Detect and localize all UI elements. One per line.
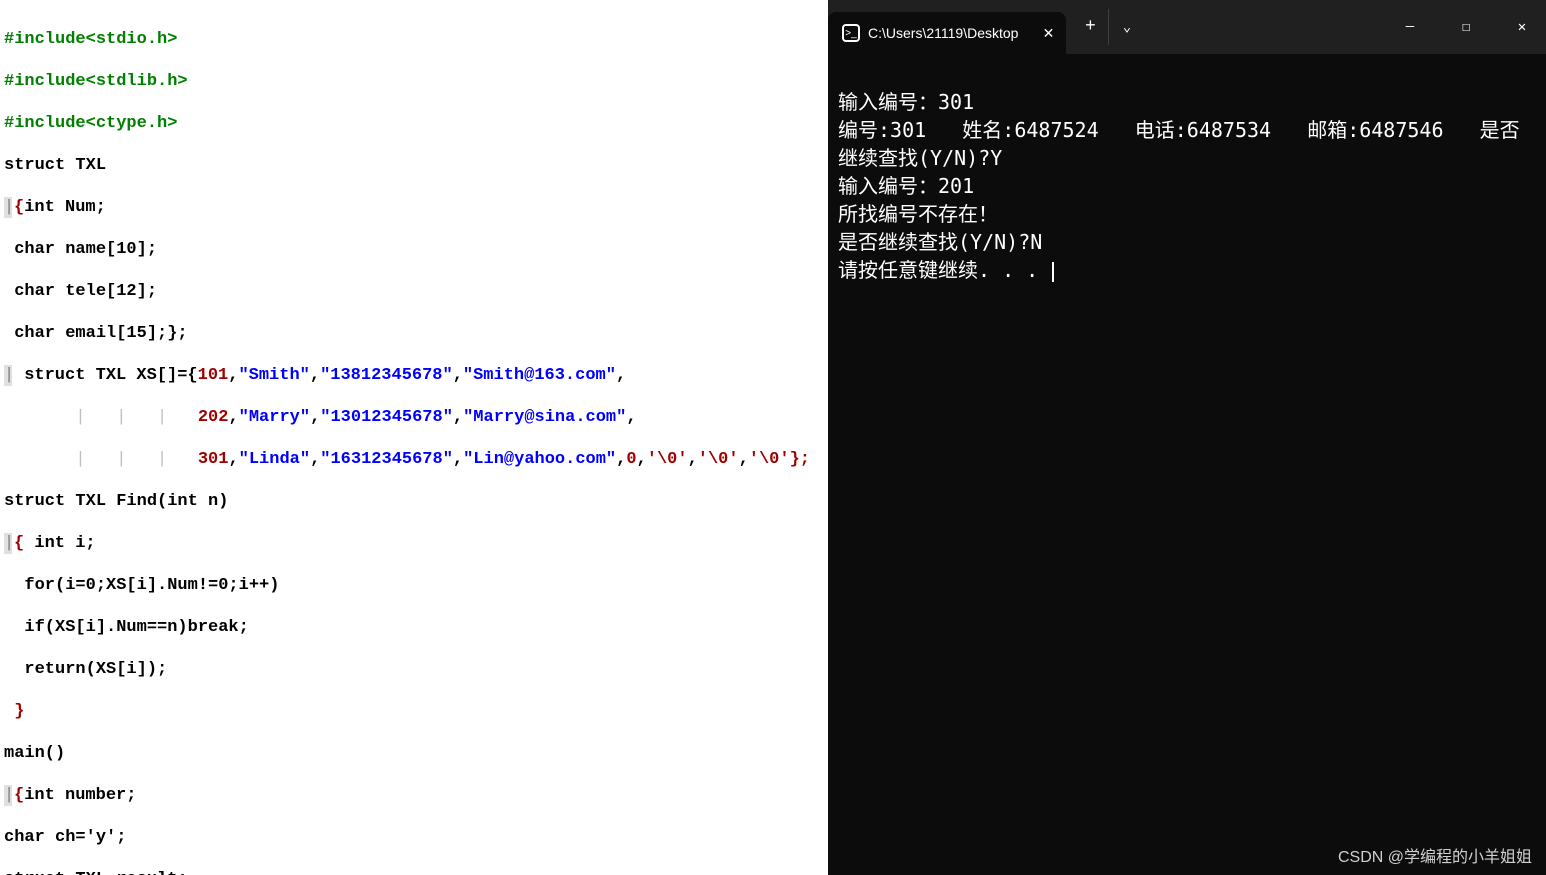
code-content: #include<stdio.h> #include<stdlib.h> #in… — [4, 8, 824, 875]
code-line: char name[10]; — [4, 240, 157, 259]
terminal-line: 是否继续查找(Y/N)?N — [838, 228, 1536, 256]
code-line: struct TXL — [4, 156, 106, 175]
include-line: #include<stdlib.h> — [4, 72, 188, 91]
terminal-line: 请按任意键继续. . . — [838, 256, 1536, 284]
include-line: #include<ctype.h> — [4, 114, 177, 133]
terminal-icon: >_ — [842, 24, 860, 42]
terminal-line: 输入编号：201 — [838, 172, 1536, 200]
terminal-output[interactable]: 输入编号：301编号:301 姓名:6487524 电话:6487534 邮箱:… — [828, 54, 1546, 346]
terminal-cursor — [1052, 262, 1054, 282]
new-tab-button[interactable]: + — [1072, 9, 1108, 45]
terminal-tab[interactable]: >_ C:\Users\21119\Desktop ✕ — [828, 12, 1066, 54]
watermark-text: CSDN @学编程的小羊姐姐 — [1338, 843, 1532, 867]
minimize-button[interactable]: — — [1398, 15, 1422, 39]
terminal-title-bar[interactable]: >_ C:\Users\21119\Desktop ✕ + ⌄ — ☐ ✕ — [828, 0, 1546, 54]
terminal-line: 所找编号不存在！ — [838, 200, 1536, 228]
tab-title: C:\Users\21119\Desktop — [868, 25, 1018, 41]
terminal-line: 输入编号：301 — [838, 88, 1536, 116]
code-line: char tele[12]; — [4, 282, 157, 301]
code-line: struct TXL Find(int n) — [4, 492, 228, 511]
window-controls: — ☐ ✕ — [1398, 15, 1534, 39]
tab-strip: >_ C:\Users\21119\Desktop ✕ + ⌄ — [828, 0, 1144, 54]
code-editor[interactable]: #include<stdio.h> #include<stdlib.h> #in… — [0, 0, 828, 875]
maximize-button[interactable]: ☐ — [1454, 15, 1478, 39]
close-window-button[interactable]: ✕ — [1510, 15, 1534, 39]
tab-dropdown-button[interactable]: ⌄ — [1108, 9, 1144, 45]
terminal-line: 编号:301 姓名:6487524 电话:6487534 邮箱:6487546 … — [838, 116, 1536, 172]
include-line: #include<stdio.h> — [4, 30, 177, 49]
code-line: int Num; — [24, 198, 106, 217]
close-tab-button[interactable]: ✕ — [1038, 23, 1058, 43]
terminal-window: >_ C:\Users\21119\Desktop ✕ + ⌄ — ☐ ✕ 输入… — [828, 0, 1546, 875]
code-line: char email[15];}; — [4, 324, 188, 343]
